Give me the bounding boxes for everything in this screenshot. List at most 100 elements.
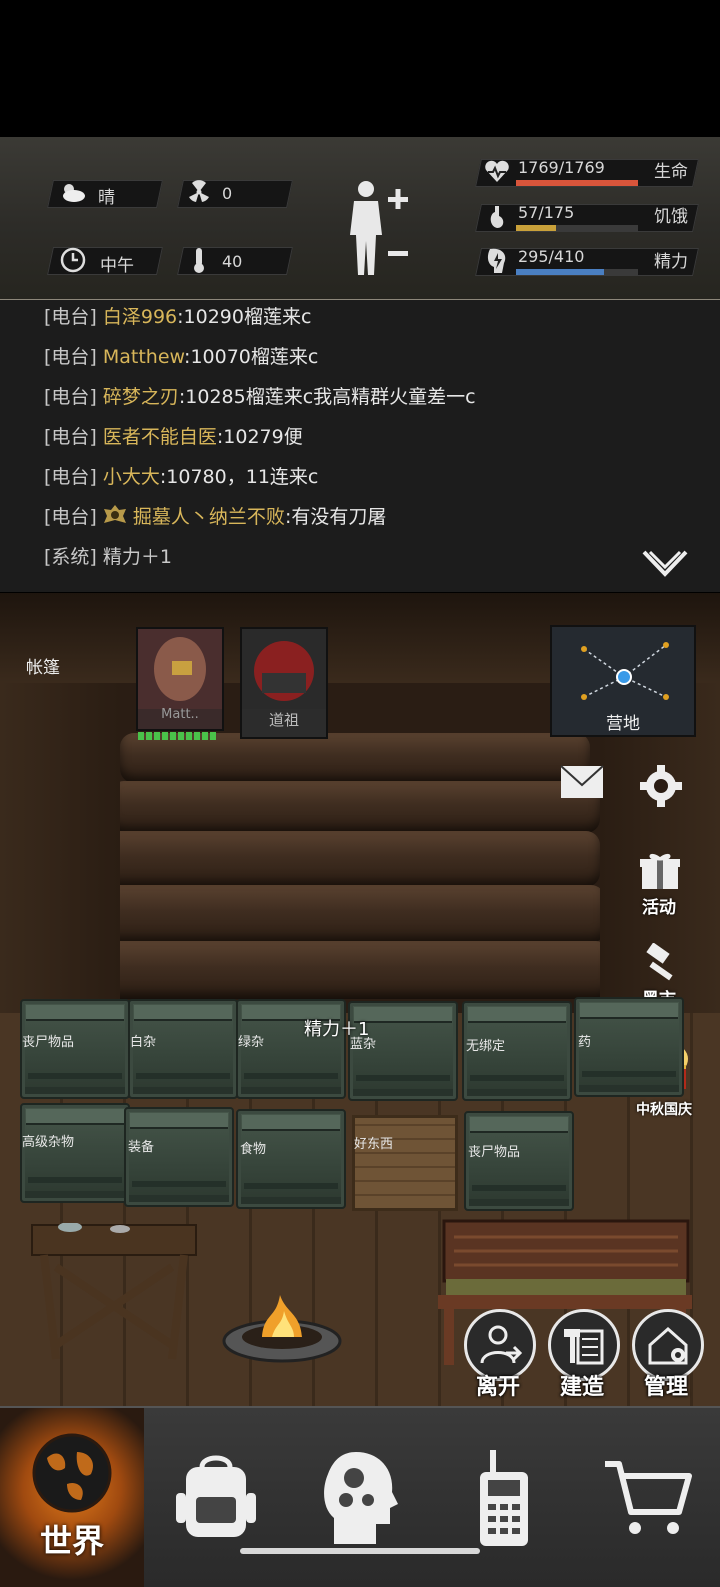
nav-radio[interactable] [432,1408,576,1587]
energy-bar-fill [516,269,604,275]
chat-message: :10285榴莲来c我高精群火童差一c [178,386,476,408]
home-indicator [240,1548,480,1554]
hunger-label: 饥饿 [654,207,688,227]
chat-line: [系统] 精力＋1 [44,542,172,569]
lightning-head-icon [482,246,512,276]
storage-crate[interactable] [20,1103,130,1203]
map-button[interactable]: 营地 [550,625,696,737]
crate-label: 好东西 [354,1137,394,1152]
black-market-button[interactable] [638,942,682,987]
wall-log [120,733,590,783]
chat-sender[interactable]: 医者不能自医 [103,426,217,448]
chat-message: :10780，11连来c [159,466,319,488]
chat-line: [电台] Matthew:10070榴莲来c [44,342,318,369]
chat-channel: [电台] [44,346,97,368]
nav-world[interactable]: 世界 [0,1408,144,1587]
chat-message: 精力＋1 [102,546,172,568]
chat-sender[interactable]: 碎梦之刃 [103,386,179,408]
hunger-bar [516,225,638,231]
crate-label: 绿杂 [238,1035,265,1050]
energy-bar [516,269,638,275]
crate-label: 丧尸物品 [468,1145,521,1160]
hammer-blueprint-icon [564,1329,604,1365]
health-bar [516,180,638,186]
leave-label: 离开 [476,1375,521,1400]
crate-label: 无绑定 [466,1039,506,1054]
chat-channel: [电台] [44,386,97,408]
fire-icon [222,1295,342,1363]
chat-sender[interactable]: Matthew [103,346,184,368]
energy-text: 295/410 [518,247,585,266]
crate-label: 高级杂物 [22,1135,75,1150]
shopping-cart-icon [605,1460,692,1534]
chat-message: :10070榴莲来c [184,346,319,368]
avatar [242,629,326,709]
festival-label: 中秋国庆 [636,1102,692,1118]
crate-label: 装备 [128,1140,155,1155]
chat-sender[interactable]: 白泽996 [103,306,177,328]
storage-crate[interactable] [124,1107,234,1207]
energy-gain-popup: 精力＋1 [304,1019,370,1040]
chat-panel[interactable]: [电台] 白泽996:10290榴莲来c [电台] Matthew:10070榴… [0,300,720,592]
workbench-icon [31,1222,197,1360]
chat-message: :有没有刀屠 [284,506,387,528]
gavel-icon [646,942,673,981]
manage-label: 管理 [644,1375,689,1400]
chat-line: [电台] 小大大:10780，11连来c [44,462,318,489]
wall-log [100,831,600,887]
gift-icon [640,853,680,889]
player-name: Matt.. [161,707,199,722]
workbench[interactable] [30,1222,198,1363]
chat-sender[interactable]: 小大大 [103,466,160,488]
crate-label: 丧尸物品 [22,1035,75,1050]
body-status-button[interactable] [340,175,416,283]
chat-channel: [电台] [44,426,97,448]
vip-badge-icon [103,504,127,531]
player-name: 道祖 [268,711,299,729]
crate-label: 药 [578,1035,592,1050]
map-nodes-icon [581,642,669,700]
map-label: 营地 [606,714,640,734]
chat-message: :10290榴莲来c [177,306,312,328]
bottom-nav: 世界 [0,1406,720,1587]
avatar [138,629,222,709]
status-panel: 晴 0 中午 40 1769/1769 生命 57/175 饥饿 295/410… [0,137,720,301]
cloud-sun-icon [58,177,88,207]
backpack-icon [176,1455,256,1537]
player-portrait-1[interactable]: Matt.. [136,627,224,731]
head-gears-icon [324,1451,398,1544]
walkie-talkie-icon [480,1449,528,1546]
nav-skills[interactable] [288,1408,432,1587]
heart-icon [482,157,512,187]
player-portrait-2[interactable]: 道祖 [240,627,328,739]
chat-sender[interactable]: 掘墓人丶纳兰不败 [133,506,285,528]
weather-label: 晴 [98,188,115,208]
wall-log [110,781,600,833]
storage-crate[interactable] [236,1109,346,1209]
energy-label: 精力 [654,252,688,272]
mail-icon [560,765,604,798]
campfire[interactable] [222,1283,342,1363]
crate-label: 白杂 [130,1035,157,1050]
time-label: 中午 [100,256,134,276]
chat-expand-chevron-icon[interactable] [640,548,690,582]
globe-icon [32,1433,112,1513]
gear-icon [640,765,682,807]
mail-button[interactable] [560,765,604,809]
chat-line: [电台] 医者不能自医:10279便 [44,422,303,449]
settings-button[interactable] [638,763,684,809]
chat-channel: [电台] [44,306,97,328]
wall-log [95,885,605,943]
hunger-bar-fill [516,225,556,231]
chat-channel: [电台] [44,466,97,488]
nav-backpack[interactable] [144,1408,288,1587]
wooden-crate[interactable] [352,1115,458,1211]
health-bar-fill [516,180,638,186]
chat-line: [电台] 掘墓人丶纳兰不败:有没有刀屠 [44,502,386,531]
nav-shop[interactable] [576,1408,720,1587]
activity-label: 活动 [642,898,676,918]
storage-crate[interactable] [464,1111,574,1211]
nav-world-label: 世界 [39,1522,104,1560]
temperature-value: 40 [222,252,243,271]
build-label: 建造 [560,1375,605,1400]
